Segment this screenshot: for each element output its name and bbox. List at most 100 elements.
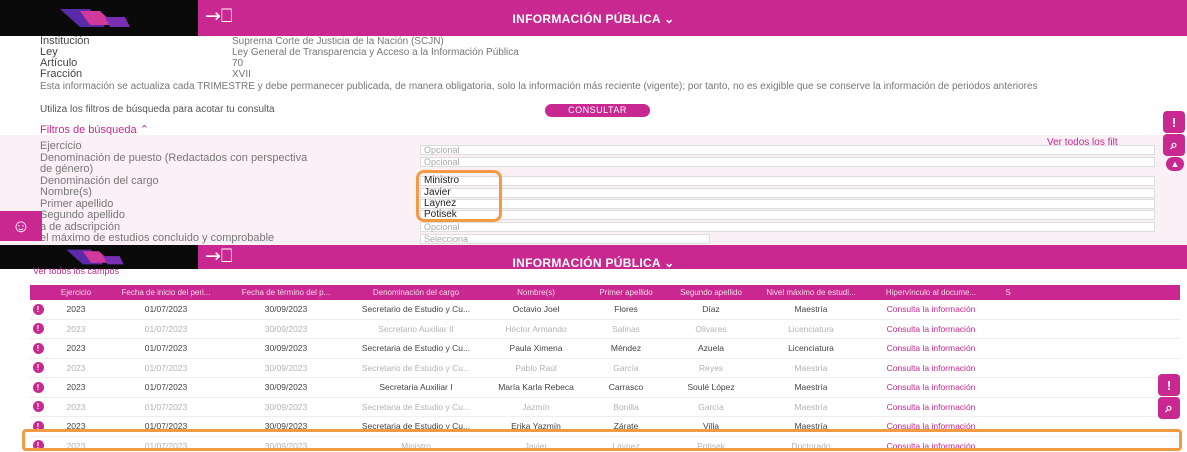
estudios-select[interactable]: Selecciona (420, 234, 710, 244)
filter-hint: Utiliza los filtros de búsqueda para aco… (40, 104, 275, 115)
table-cell: Secretaria de Estudio y Cu... (361, 343, 471, 354)
info-row-articulo: Artículo 70 (40, 57, 244, 70)
alert-icon[interactable]: ! (1163, 111, 1185, 133)
table-cell: Secretaria Auxiliar I (379, 382, 453, 393)
table-row[interactable]: ! 2023 01/07/2023 30/09/2023 Secretaria Auxi… (30, 378, 1180, 398)
table-cell: Maestría (794, 362, 828, 373)
col-segundo-apellido[interactable]: Segundo apellido (666, 285, 756, 300)
col-cargo[interactable]: Denominación del cargo (346, 285, 486, 300)
cargo-field[interactable]: Ministro (420, 176, 1155, 186)
table-cell: 2023 (66, 343, 86, 354)
col-estudios[interactable]: Nivel máximo de estudi... (756, 285, 866, 300)
table-row[interactable]: ! 2023 01/07/2023 30/09/2023 Secretaria de E… (30, 339, 1180, 359)
table-cell: Flores (614, 304, 638, 315)
table-cell: 2023 (66, 323, 86, 334)
table-cell: 30/09/2023 (264, 323, 308, 334)
table-cell: Azuela (698, 343, 724, 354)
col-fecha-termino[interactable]: Fecha de término del p... (226, 285, 346, 300)
adscripcion-field[interactable]: Opcional (420, 222, 1155, 232)
table-row[interactable]: ! 2023 01/07/2023 30/09/2023 Secretario Auxi… (30, 320, 1180, 339)
ver-todos-campos-link[interactable]: Ver todos los campos (33, 266, 119, 276)
header-bar-sticky: →⎕ INFORMACIÓN PÚBLICA ⌄ (0, 245, 1187, 270)
table-header: Ejercicio Fecha de inicio del peri... Fe… (30, 285, 1180, 300)
table-cell: 01/07/2023 (144, 401, 188, 412)
table-cell: Secretaria de Estudio y Cu... (361, 401, 471, 412)
scroll-up-icon[interactable]: ▲ (1166, 157, 1184, 171)
table-cell: 2023 (66, 304, 86, 315)
consultar-button[interactable]: CONSULTAR (545, 104, 650, 117)
table-cell: 30/09/2023 (264, 304, 308, 315)
search-icon[interactable]: ⌕ (1163, 134, 1185, 156)
table-cell: 2023 (66, 362, 86, 373)
row-info-icon[interactable]: ! (32, 303, 44, 315)
consulta-link[interactable]: Consulta la información (866, 402, 996, 412)
ejercicio-field[interactable]: Opcional (420, 145, 1155, 155)
table-cell: Bonilla (613, 401, 639, 412)
info-row-institucion: Institución Suprema Corte de Justicia de … (40, 35, 444, 48)
filter-label-cargo: Denominación del cargo (40, 174, 159, 187)
info-row-fraccion: Fracción XVII (40, 68, 251, 81)
table-cell: Licenciatura (788, 323, 834, 334)
table-cell: 30/09/2023 (264, 382, 308, 393)
nombre-field[interactable]: Javier (420, 188, 1155, 198)
consulta-link[interactable]: Consulta la información (866, 324, 996, 334)
screenshot-root: →⎕ INFORMACIÓN PÚBLICA ⌄ Institución Supr… (0, 0, 1187, 452)
search-icon[interactable]: ⌕ (1158, 397, 1180, 419)
table-row[interactable]: ! 2023 01/07/2023 30/09/2023 Secretaria de E… (30, 398, 1180, 417)
highlight-filters (416, 170, 502, 222)
row-info-icon[interactable]: ! (32, 323, 44, 335)
accessibility-icon[interactable]: ☺ (0, 211, 42, 241)
results-table: Ejercicio Fecha de inicio del peri... Fe… (30, 285, 1180, 452)
table-cell: García (613, 362, 639, 373)
table-cell: Maestría (794, 304, 828, 315)
page-title-sticky[interactable]: INFORMACIÓN PÚBLICA ⌄ (0, 256, 1187, 270)
table-cell: Héctor Armando (505, 323, 567, 334)
info-section: Institución Suprema Corte de Justicia de … (40, 35, 1150, 93)
table-cell: Pablo Raúl (515, 362, 557, 373)
consulta-link[interactable]: Consulta la información (866, 343, 996, 353)
highlight-result-row (22, 429, 1182, 451)
filter-labels: Ejercicio Denominación de puesto (Redact… (40, 140, 307, 244)
table-cell: García (698, 401, 724, 412)
primer-apellido-field[interactable]: Laynez (420, 199, 1155, 209)
table-cell: Soulé López (687, 382, 735, 393)
update-description: Esta información se actualiza cada TRIME… (40, 81, 1038, 92)
denominacion-puesto-field[interactable]: Opcional (420, 157, 1155, 167)
alert-icon[interactable]: ! (1158, 374, 1180, 396)
row-info-icon[interactable]: ! (32, 342, 44, 354)
consulta-link[interactable]: Consulta la información (866, 363, 996, 373)
segundo-apellido-field[interactable]: Potisek (420, 210, 1155, 220)
col-hipervinculo[interactable]: Hipervínculo al docume... (866, 285, 996, 300)
row-info-icon[interactable]: ! (32, 362, 44, 374)
consulta-link[interactable]: Consulta la información (866, 382, 996, 392)
col-primer-apellido[interactable]: Primer apellido (586, 285, 666, 300)
table-cell: Octavio Joel (512, 304, 560, 315)
table-cell: Secretario de Estudio y Cu... (361, 362, 471, 373)
filter-label-adscripcion: a de adscripción (40, 220, 121, 233)
filter-label-nombre: Nombre(s) (40, 186, 92, 198)
table-cell: 01/07/2023 (144, 323, 188, 334)
page-title[interactable]: INFORMACIÓN PÚBLICA ⌄ (0, 12, 1187, 26)
table-cell: 01/07/2023 (144, 362, 188, 373)
col-fecha-inicio[interactable]: Fecha de inicio del peri... (106, 285, 226, 300)
row-info-icon[interactable]: ! (32, 401, 44, 413)
col-s[interactable]: S (996, 285, 1020, 300)
filter-label-ejercicio: Ejercicio (40, 140, 82, 152)
row-info-icon[interactable]: ! (32, 381, 44, 393)
header-bar: →⎕ INFORMACIÓN PÚBLICA ⌄ (0, 0, 1187, 36)
filter-label-estudios: el máximo de estudios concluido y compro… (40, 232, 275, 244)
table-cell: 2023 (66, 401, 86, 412)
table-cell: María Karla Rebeca (498, 382, 574, 393)
table-row[interactable]: ! 2023 01/07/2023 30/09/2023 Secretario de E… (30, 359, 1180, 378)
info-row-ley: Ley Ley General de Transparencia y Acceso… (40, 46, 519, 59)
table-cell: 01/07/2023 (144, 382, 188, 393)
table-row[interactable]: ! 2023 01/07/2023 30/09/2023 Secretario de E… (30, 300, 1180, 320)
col-ejercicio[interactable]: Ejercicio (46, 285, 106, 300)
filter-label-segundo-apellido: Segundo apellido (40, 209, 126, 221)
filter-label-denominacion-puesto: Denominación de puesto (Redactados con p… (40, 151, 308, 164)
filter-label-denominacion-puesto-2: de género) (40, 163, 94, 175)
consulta-link[interactable]: Consulta la información (866, 304, 996, 314)
table-cell: Licenciatura (788, 343, 834, 354)
table-cell: Díaz (702, 304, 720, 315)
col-nombre[interactable]: Nombre(s) (486, 285, 586, 300)
